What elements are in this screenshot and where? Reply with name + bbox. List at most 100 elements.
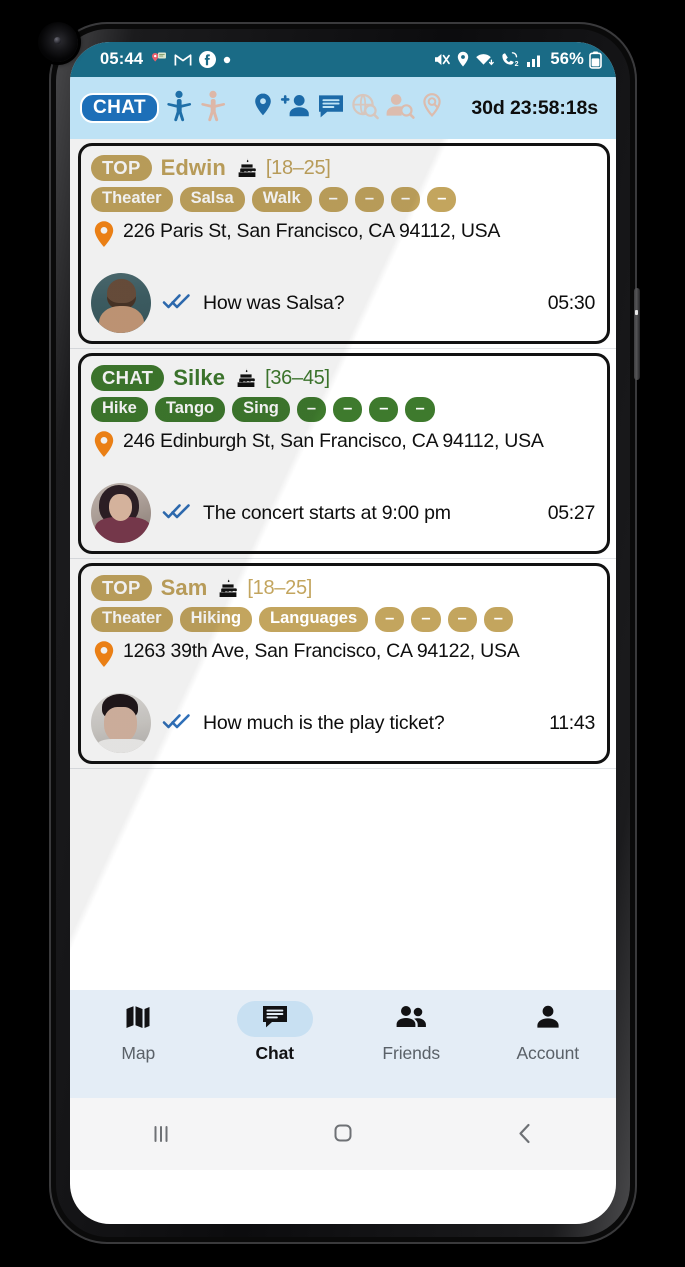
address-text: 246 Edinburgh St, San Francisco, CA 9411… — [123, 430, 544, 453]
chat-card[interactable]: TOP Sam [18–25] Theater Hiking Languages – – – –1… — [78, 563, 610, 765]
interest-tag-empty[interactable]: – — [411, 607, 441, 633]
interest-tag[interactable]: Hike — [91, 397, 148, 423]
interest-tag-empty[interactable]: – — [333, 397, 363, 423]
birthday-cake-icon — [235, 367, 257, 389]
session-timer: 30d 23:58:18s — [471, 96, 598, 119]
interest-tag[interactable]: Salsa — [179, 187, 245, 213]
message-text: How was Salsa? — [203, 291, 345, 314]
chat-list-item[interactable]: CHAT Silke [36–45] Hike Tango Sing – – – –246 Edi… — [70, 349, 616, 560]
add-person-icon[interactable] — [278, 90, 314, 127]
chat-card-header: TOP Sam [18–25] — [91, 575, 595, 602]
birthday-cake-icon — [217, 577, 239, 599]
message-preview-row[interactable]: The concert starts at 9:00 pm 05:27 — [91, 483, 596, 544]
nav-item-friends[interactable]: Friends — [343, 1001, 480, 1064]
chat-list[interactable]: TOP Edwin [18–25] Theater Salsa Walk – – – –226 P… — [70, 139, 616, 990]
facebook-icon — [199, 51, 217, 68]
interest-tag-empty[interactable]: – — [447, 607, 477, 633]
interest-tag-empty[interactable]: – — [391, 187, 421, 213]
location-message-icon — [150, 52, 167, 68]
gender-female-icon[interactable] — [199, 89, 227, 128]
recents-icon[interactable] — [70, 1121, 252, 1147]
phone-screen: 05:44 2 56% CHAT 30d 23:58:18s TOP Edwin… — [70, 42, 616, 1224]
avatar[interactable] — [91, 273, 151, 334]
message-text: How much is the play ticket? — [203, 711, 445, 734]
birthday-cake-icon — [236, 157, 258, 179]
call-sim-icon: 2 — [501, 51, 521, 68]
age-range: [18–25] — [247, 576, 313, 599]
chat-card[interactable]: TOP Edwin [18–25] Theater Salsa Walk – – – –226 P… — [78, 143, 610, 345]
interest-tag-empty[interactable]: – — [318, 187, 348, 213]
interest-tag[interactable]: Languages — [259, 607, 369, 633]
avatar[interactable] — [91, 483, 151, 544]
bottom-navigation: Map Chat Friends Account — [70, 990, 616, 1098]
status-badge[interactable]: TOP — [91, 575, 152, 602]
gender-male-icon[interactable] — [165, 89, 193, 128]
nav-label-account: Account — [516, 1043, 580, 1063]
message-preview-row[interactable]: How much is the play ticket? 11:43 — [91, 693, 595, 754]
status-badge[interactable]: TOP — [91, 155, 152, 182]
nav-item-map[interactable]: Map — [70, 1001, 207, 1064]
nav-label-friends: Friends — [382, 1043, 441, 1063]
interest-tag-row: Hike Tango Sing – – – – — [91, 397, 595, 423]
map-pin-icon — [91, 639, 117, 682]
address-row[interactable]: 226 Paris St, San Francisco, CA 94112, U… — [91, 219, 595, 262]
chat-card[interactable]: CHAT Silke [36–45] Hike Tango Sing – – – –246 Edi… — [78, 353, 610, 555]
message-preview-row[interactable]: How was Salsa? 05:30 — [91, 273, 596, 334]
signal-icon — [526, 52, 544, 68]
interest-tag[interactable]: Hiking — [179, 607, 253, 633]
pin-search-icon — [418, 90, 448, 127]
interest-tag-empty[interactable]: – — [354, 187, 385, 213]
interest-tag-empty[interactable]: – — [405, 397, 435, 423]
nav-icon-wrap-chat — [236, 1001, 313, 1037]
status-bar-right: 2 56% — [432, 50, 602, 69]
interest-tag[interactable]: Theater — [91, 187, 173, 213]
friends-icon — [394, 1003, 428, 1036]
interest-tag[interactable]: Sing — [232, 397, 290, 423]
address-row[interactable]: 1263 39th Ave, San Francisco, CA 94122, … — [91, 639, 595, 682]
interest-tag-empty[interactable]: – — [296, 397, 327, 423]
chat-bubble-icon[interactable] — [315, 90, 347, 127]
interest-tag[interactable]: Theater — [91, 607, 173, 633]
address-row[interactable]: 246 Edinburgh St, San Francisco, CA 9411… — [91, 429, 595, 472]
battery-icon — [589, 51, 602, 69]
nav-label-chat: Chat — [255, 1043, 295, 1063]
account-icon — [534, 1003, 562, 1036]
interest-tag[interactable]: Tango — [154, 397, 226, 423]
nav-icon-wrap-friends — [373, 1001, 449, 1037]
location-pin-icon[interactable] — [249, 90, 277, 127]
age-range: [36–45] — [265, 366, 330, 389]
system-navigation-bar — [70, 1098, 616, 1170]
interest-tag[interactable]: Walk — [251, 187, 312, 213]
status-badge[interactable]: CHAT — [91, 365, 165, 392]
message-text: The concert starts at 9:00 pm — [203, 501, 451, 524]
avatar-collar — [97, 739, 147, 754]
chat-list-item[interactable]: TOP Sam [18–25] Theater Hiking Languages – – – –1… — [70, 559, 616, 770]
nav-item-account[interactable]: Account — [480, 1001, 617, 1064]
interest-tag-empty[interactable]: – — [375, 607, 405, 633]
nav-label-map: Map — [121, 1043, 156, 1063]
address-text: 1263 39th Ave, San Francisco, CA 94122, … — [123, 640, 520, 663]
gmail-icon — [174, 52, 192, 67]
double-check-read-icon — [162, 711, 192, 736]
chat-list-item[interactable]: TOP Edwin [18–25] Theater Salsa Walk – – – –226 P… — [70, 139, 616, 350]
location-icon — [456, 51, 470, 68]
power-button[interactable] — [634, 288, 640, 380]
status-bar-clock: 05:44 — [100, 50, 144, 68]
home-icon[interactable] — [252, 1121, 434, 1147]
nav-icon-wrap-account — [510, 1001, 586, 1037]
address-text: 226 Paris St, San Francisco, CA 94112, U… — [123, 220, 501, 243]
back-icon[interactable] — [434, 1121, 616, 1147]
person-name: Edwin — [160, 155, 226, 181]
chat-icon — [260, 1003, 290, 1036]
mode-pill-chat[interactable]: CHAT — [80, 92, 159, 124]
avatar[interactable] — [91, 693, 151, 754]
interest-tag-empty[interactable]: – — [427, 187, 457, 213]
interest-tag-empty[interactable]: – — [483, 607, 513, 633]
app-toolbar: CHAT 30d 23:58:18s — [70, 77, 616, 139]
message-time: 05:27 — [547, 501, 596, 524]
nav-item-chat[interactable]: Chat — [207, 1001, 344, 1064]
message-time: 05:30 — [547, 291, 596, 314]
interest-tag-empty[interactable]: – — [369, 397, 399, 423]
person-name: Silke — [173, 365, 226, 391]
person-search-icon — [383, 90, 417, 127]
